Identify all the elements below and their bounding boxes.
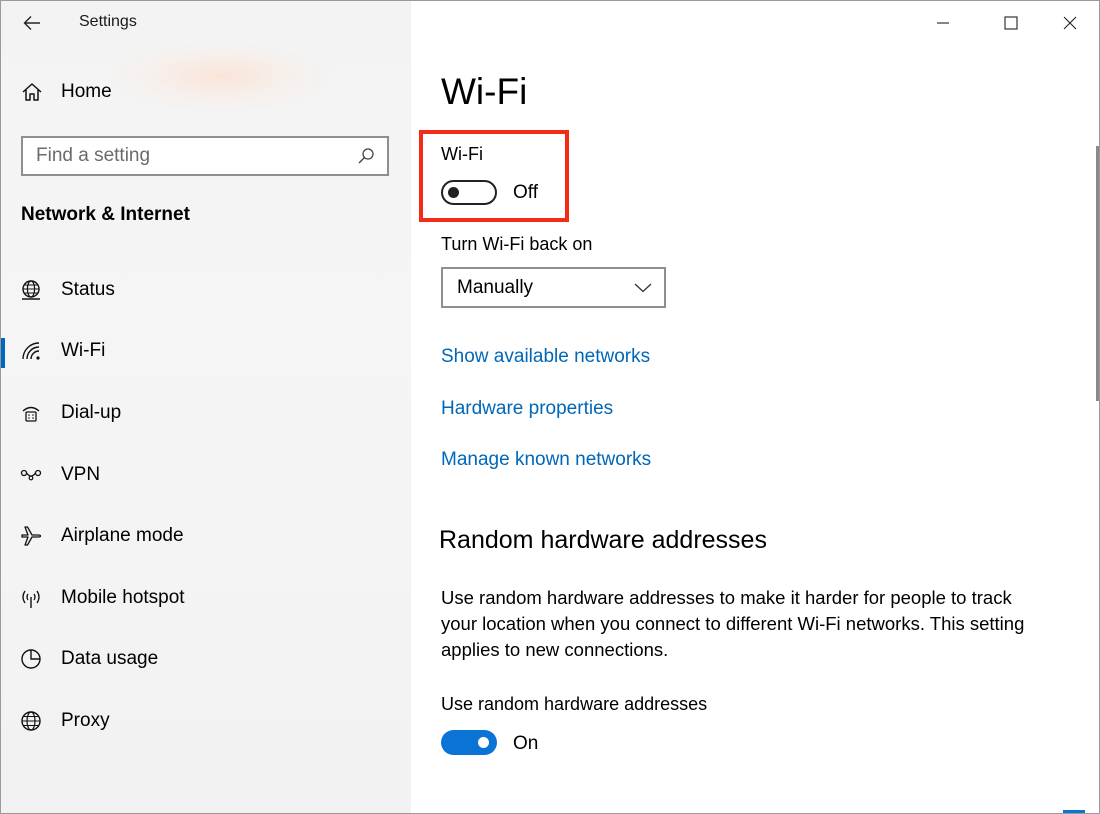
- show-available-networks-link[interactable]: Show available networks: [441, 346, 650, 368]
- app-title: Settings: [79, 13, 137, 30]
- hardware-properties-link[interactable]: Hardware properties: [441, 398, 613, 420]
- manage-known-networks-link[interactable]: Manage known networks: [441, 449, 651, 471]
- minimize-button[interactable]: [923, 7, 963, 39]
- back-button[interactable]: [15, 9, 49, 37]
- wifi-toggle-label: Wi-Fi: [441, 144, 483, 164]
- airplane-icon: [20, 525, 42, 547]
- wifi-toggle[interactable]: [441, 180, 497, 205]
- sidebar-item-label: Airplane mode: [61, 525, 184, 547]
- accent-corner: [1063, 810, 1085, 813]
- random-hw-title: Random hardware addresses: [439, 526, 767, 554]
- sidebar-item-mobile-hotspot[interactable]: Mobile hotspot: [1, 567, 411, 629]
- sidebar-item-label: Dial-up: [61, 401, 122, 423]
- main-content: Wi-Fi Wi-Fi Off Turn Wi-Fi back on Manua…: [411, 1, 1099, 813]
- minimize-icon: [937, 22, 949, 24]
- sidebar-item-dial-up[interactable]: Dial-up: [1, 382, 411, 444]
- close-button[interactable]: [1050, 7, 1090, 39]
- toggle-knob: [478, 737, 489, 748]
- sidebar-item-label: Status: [61, 278, 115, 300]
- maximize-icon: [1004, 16, 1018, 30]
- wifi-toggle-state: Off: [513, 182, 538, 203]
- sidebar-item-label: Wi-Fi: [61, 340, 106, 362]
- settings-window: Settings Home Network & Internet: [0, 0, 1100, 814]
- vpn-icon: [20, 464, 42, 486]
- page-title: Wi-Fi: [441, 71, 528, 112]
- maximize-button[interactable]: [991, 7, 1031, 39]
- globe-icon: [20, 710, 42, 732]
- search-input[interactable]: [23, 138, 351, 174]
- sidebar-item-data-usage[interactable]: Data usage: [1, 629, 411, 691]
- wifi-icon: [20, 340, 42, 362]
- sidebar-item-label: Mobile hotspot: [61, 586, 185, 608]
- turn-wifi-back-on-dropdown[interactable]: Manually: [441, 267, 666, 308]
- random-hw-toggle-state: On: [513, 733, 539, 754]
- dropdown-value: Manually: [457, 276, 534, 298]
- hotspot-icon: [20, 587, 42, 609]
- close-icon: [1063, 16, 1077, 30]
- sidebar: Settings Home Network & Internet: [1, 1, 411, 813]
- search-icon[interactable]: [351, 138, 381, 174]
- chevron-down-icon: [634, 283, 652, 292]
- acrylic-glow: [111, 41, 331, 111]
- sidebar-item-status[interactable]: Status: [1, 259, 411, 321]
- home-label: Home: [61, 81, 112, 102]
- search-box[interactable]: [21, 136, 389, 176]
- sidebar-item-proxy[interactable]: Proxy: [1, 690, 411, 752]
- toggle-knob: [448, 187, 459, 198]
- random-hw-description: Use random hardware addresses to make it…: [441, 587, 1025, 660]
- home-icon: [22, 83, 42, 101]
- sidebar-item-label: Proxy: [61, 709, 110, 731]
- random-hw-toggle[interactable]: [441, 730, 497, 755]
- random-hw-toggle-label: Use random hardware addresses: [441, 694, 708, 714]
- section-title: Network & Internet: [21, 204, 190, 225]
- turn-wifi-back-on-label: Turn Wi-Fi back on: [441, 234, 593, 254]
- globe-status-icon: [20, 279, 42, 301]
- back-arrow-icon: [23, 16, 40, 30]
- sidebar-nav: Status Wi-Fi Dial-up VPN Airplane mode M…: [1, 259, 411, 752]
- sidebar-item-vpn[interactable]: VPN: [1, 444, 411, 506]
- dial-up-icon: [20, 402, 42, 424]
- sidebar-item-label: VPN: [61, 463, 101, 485]
- sidebar-item-label: Data usage: [61, 648, 159, 670]
- sidebar-item-wifi[interactable]: Wi-Fi: [1, 321, 411, 383]
- sidebar-item-airplane-mode[interactable]: Airplane mode: [1, 505, 411, 567]
- home-nav-item[interactable]: Home: [21, 81, 112, 103]
- scrollbar[interactable]: [1096, 146, 1099, 401]
- data-usage-icon: [20, 648, 42, 670]
